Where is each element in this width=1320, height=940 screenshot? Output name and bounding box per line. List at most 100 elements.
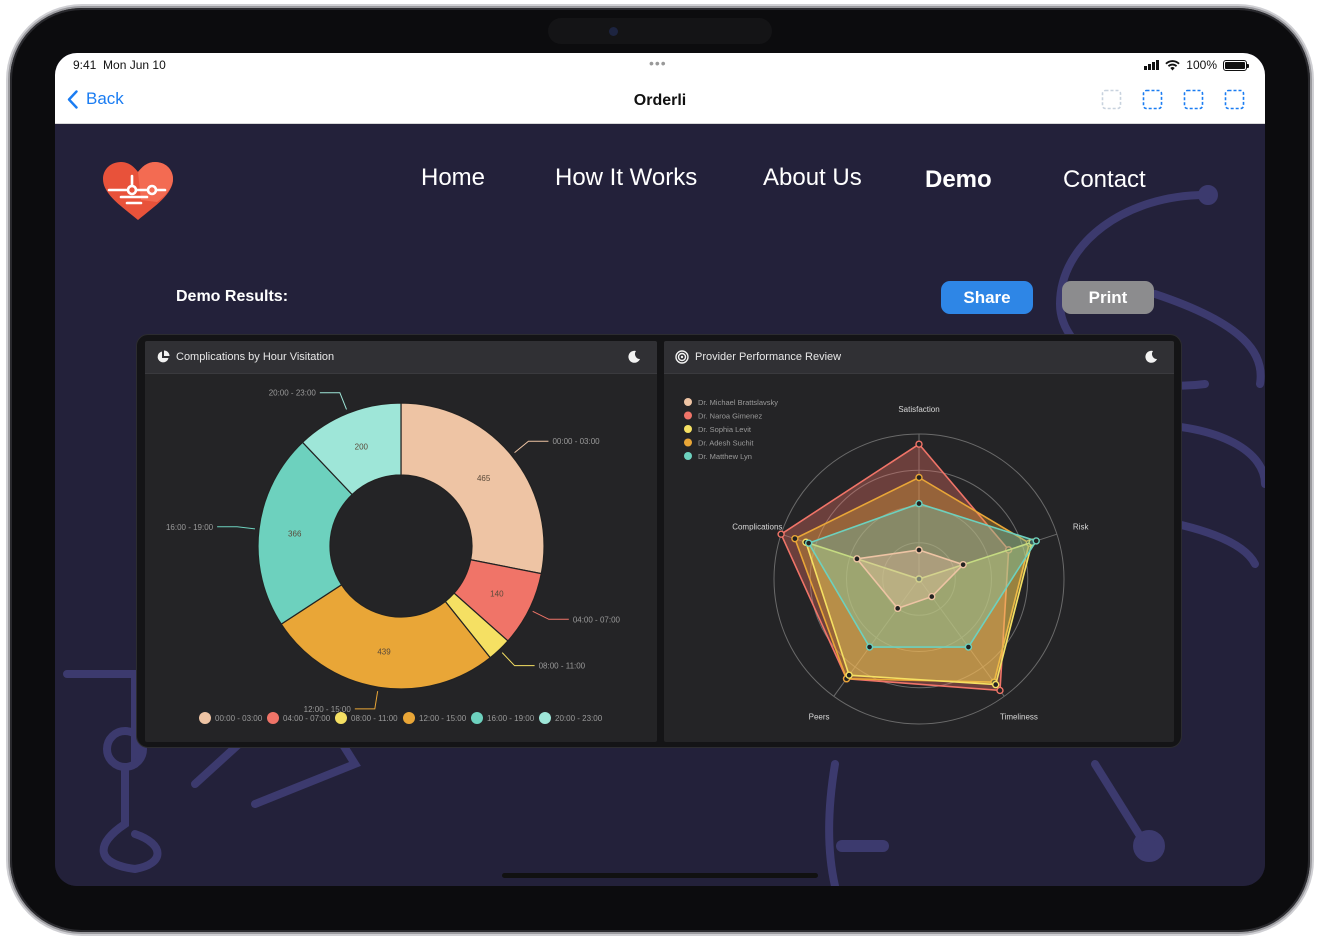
radar-axis-label: Satisfaction: [898, 405, 939, 414]
legend-label: 08:00 - 11:00: [351, 714, 398, 723]
provider-review-card: Provider Performance Review Satisfaction…: [664, 341, 1174, 742]
site-nav: Home How It Works About Us Demo Contact: [55, 164, 1265, 204]
page-title: Orderli: [633, 92, 687, 109]
radar-point: [959, 560, 967, 569]
radar-point: [992, 680, 1000, 689]
radar-point: [915, 440, 923, 448]
legend-label: 12:00 - 15:00: [419, 714, 467, 723]
radar-axis-label: Complications: [732, 522, 782, 531]
slice-leader-line: [501, 652, 535, 667]
radar-point: [915, 473, 923, 482]
radar-point: [996, 686, 1004, 695]
slice-category-label: 16:00 - 19:00: [166, 523, 214, 532]
screen: 9:41 Mon Jun 10 ••• 100% Back Orderli Ho…: [55, 53, 1265, 886]
slice-value-label: 465: [477, 474, 491, 483]
slice-leader-line: [354, 691, 379, 710]
pie-icon: [157, 350, 170, 363]
radar-point: [865, 643, 874, 651]
web-content: Home How It Works About Us Demo Contact …: [55, 124, 1265, 886]
slice-category-label: 00:00 - 03:00: [552, 437, 600, 446]
nav-demo[interactable]: Demo: [925, 166, 992, 194]
legend-swatch: [684, 438, 692, 447]
card-header: Provider Performance Review: [664, 341, 1174, 374]
legend-label: Dr. Naroa Gimenez: [698, 412, 762, 421]
legend-label: Dr. Adesh Suchit: [698, 439, 754, 448]
legend-label: 00:00 - 03:00: [215, 714, 263, 723]
slice-leader-line: [319, 392, 347, 410]
nav-home[interactable]: Home: [421, 164, 485, 192]
radar-axis-label: Risk: [1073, 522, 1090, 531]
radar-axis-label: Peers: [809, 713, 830, 722]
camera-icon: [609, 27, 618, 36]
print-button[interactable]: Print: [1062, 281, 1154, 314]
slice-leader-line: [532, 610, 569, 620]
nav-about-us[interactable]: About Us: [763, 164, 862, 192]
legend-label: 04:00 - 07:00: [283, 714, 331, 723]
slice-leader-line: [217, 526, 256, 530]
home-indicator: [502, 873, 818, 878]
radar-point: [777, 530, 785, 538]
legend-label: 20:00 - 23:00: [555, 714, 603, 723]
radar-point: [928, 592, 936, 601]
legend-swatch: [199, 712, 211, 724]
nav-contact[interactable]: Contact: [1063, 166, 1146, 194]
legend-label: 16:00 - 19:00: [487, 714, 535, 723]
legend-swatch: [684, 425, 692, 433]
signal-icon: [1144, 60, 1160, 70]
wifi-icon: [1165, 59, 1180, 70]
window-controls: [1101, 89, 1245, 110]
slice-leader-line: [514, 440, 549, 454]
slice-category-label: 12:00 - 15:00: [304, 705, 352, 714]
legend-swatch: [684, 452, 692, 460]
chart-title: Complications by Hour Visitation: [176, 351, 335, 363]
demo-results-heading: Demo Results:: [176, 288, 289, 305]
share-button[interactable]: Share: [941, 281, 1033, 314]
radar-point: [893, 604, 902, 613]
radar-point: [853, 555, 861, 563]
split-right-icon[interactable]: [1224, 89, 1245, 110]
radar-axis-label: Timeliness: [1000, 713, 1038, 722]
radar-point: [1032, 537, 1040, 545]
status-bar: 9:41 Mon Jun 10 ••• 100%: [55, 53, 1265, 77]
split-center-icon[interactable]: [1183, 89, 1204, 110]
moon-icon[interactable]: [627, 350, 641, 364]
card-header: Complications by Hour Visitation: [145, 341, 657, 374]
camera-bar: [548, 18, 772, 44]
dashboard-panel: Complications by Hour Visitation 465 00:0…: [136, 334, 1182, 748]
nav-how-it-works[interactable]: How It Works: [555, 164, 697, 192]
battery-percent: 100%: [1186, 58, 1217, 72]
legend-swatch: [539, 712, 551, 724]
split-left-icon[interactable]: [1142, 89, 1163, 110]
complications-chart-card: Complications by Hour Visitation 465 00:0…: [145, 341, 657, 742]
browser-nav-bar: Back Orderli: [55, 77, 1265, 124]
battery-icon: [1223, 59, 1249, 71]
legend-swatch: [403, 712, 415, 724]
radar-point: [791, 534, 799, 543]
radar-point: [915, 546, 923, 554]
slice-category-label: 08:00 - 11:00: [539, 662, 586, 671]
slice-category-label: 04:00 - 07:00: [573, 615, 621, 624]
radar-point: [964, 643, 973, 651]
legend-swatch: [684, 398, 692, 406]
legend-label: Dr. Sophia Levit: [698, 425, 752, 434]
legend-swatch: [684, 411, 692, 420]
slice-value-label: 439: [377, 648, 391, 657]
radar-chart: Satisfaction Risk Timeliness Peers Complicat…: [684, 398, 1090, 725]
slice-value-label: 366: [288, 530, 302, 539]
legend-swatch: [471, 712, 483, 724]
legend-swatch: [335, 712, 347, 724]
slice-value-label: 140: [490, 590, 504, 599]
slice-category-label: 20:00 - 23:00: [269, 389, 317, 398]
donut-chart: 465 00:00 - 03:00 140 04:00 - 07:00 08:00 - …: [166, 389, 621, 724]
radar-icon: [675, 350, 689, 364]
chart-title: Provider Performance Review: [695, 351, 842, 363]
status-right: 100%: [1144, 58, 1249, 72]
tabs-icon[interactable]: [1101, 89, 1122, 110]
legend-swatch: [267, 712, 279, 724]
moon-icon[interactable]: [1144, 350, 1158, 364]
radar-point: [915, 499, 923, 508]
multitask-dots-icon[interactable]: •••: [649, 55, 667, 71]
status-time: 9:41 Mon Jun 10: [73, 58, 166, 72]
slice-value-label: 200: [355, 443, 369, 452]
legend-label: Dr. Matthew Lyn: [698, 452, 752, 461]
